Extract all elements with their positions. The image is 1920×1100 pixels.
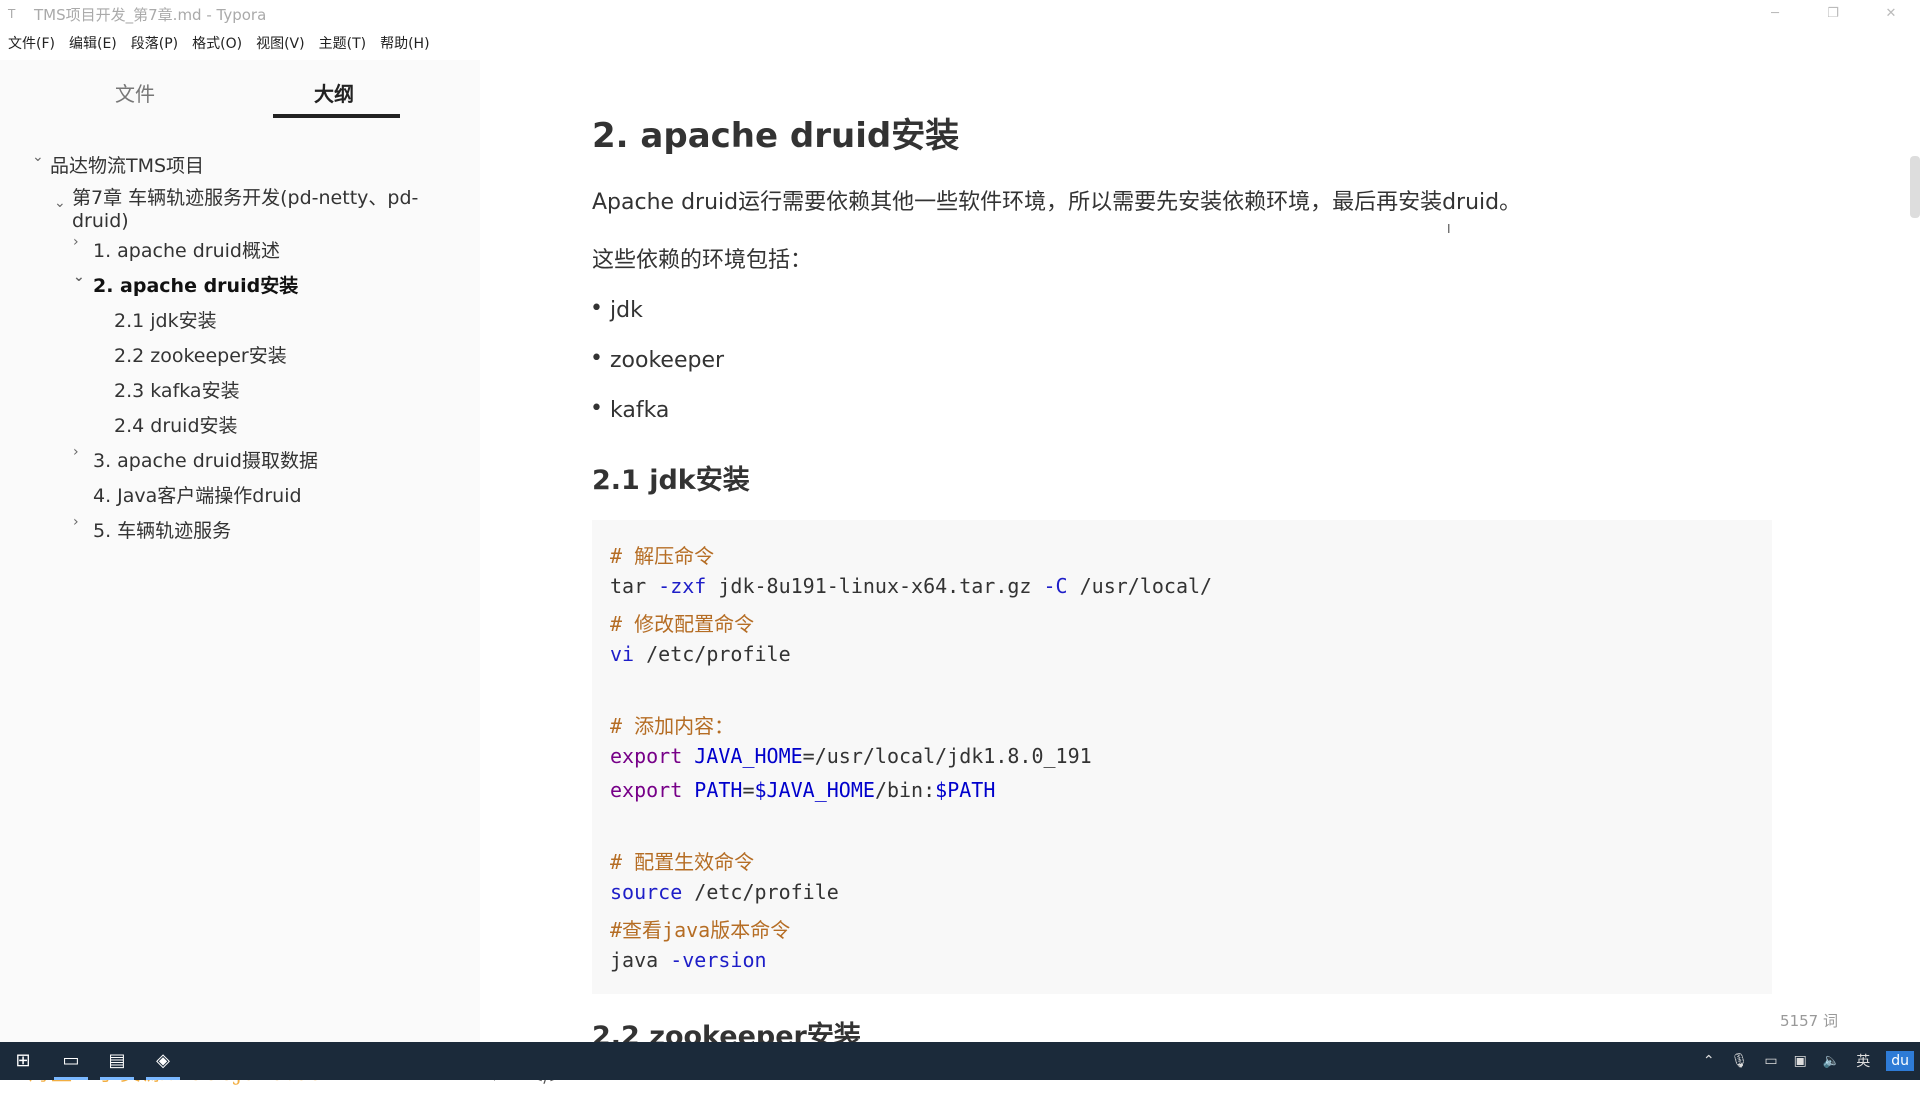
code-line: source /etc/profile xyxy=(610,880,839,904)
outline-item-project[interactable]: ⌄ 品达物流TMS项目 xyxy=(32,149,204,178)
code-line: export PATH=$JAVA_HOME/bin:$PATH xyxy=(610,778,996,802)
text-cursor-icon: I xyxy=(1447,222,1451,236)
chevron-right-icon[interactable]: › xyxy=(73,514,79,530)
code-line: # 解压命令 xyxy=(610,544,715,568)
heading-jdk-install: 2.1 jdk安装 xyxy=(592,465,750,496)
deps-intro-paragraph: 这些依赖的环境包括： xyxy=(592,248,813,273)
menu-bar: 文件(F) 编辑(E) 段落(P) 格式(O) 视图(V) 主题(T) 帮助(H… xyxy=(0,30,436,56)
taskbar: ⊞ ▭ ▤ ◈ ⌃ 🎙 ▭ ▣ 🔈 英 du xyxy=(0,1042,1920,1080)
volume-icon[interactable]: 🔈 xyxy=(1823,1053,1840,1069)
minimize-button[interactable]: ─ xyxy=(1746,0,1804,28)
intro-paragraph: Apache druid运行需要依赖其他一些软件环境，所以需要先安装依赖环境，最… xyxy=(592,190,1522,215)
chevron-down-icon[interactable]: ⌄ xyxy=(32,149,44,165)
code-line: tar -zxf jdk-8u191-linux-x64.tar.gz -C /… xyxy=(610,574,1213,598)
menu-file[interactable]: 文件(F) xyxy=(8,33,55,53)
chevron-right-icon[interactable]: › xyxy=(73,444,79,460)
sidebar-tabs: 文件 大纲 xyxy=(0,60,480,126)
code-line: # 修改配置命令 xyxy=(610,612,755,636)
network-icon[interactable]: ▣ xyxy=(1794,1053,1807,1069)
code-line: java -version xyxy=(610,948,767,972)
code-line: export JAVA_HOME=/usr/local/jdk1.8.0_191 xyxy=(610,744,1092,768)
chevron-right-icon[interactable]: › xyxy=(73,234,79,250)
title-bar: T TMS项目开发_第7章.md - Typora ─ ❐ ✕ xyxy=(0,0,1920,28)
sidebar: 文件 大纲 ⌄ 品达物流TMS项目 ⌄ 第7章 车辆轨迹服务开发(pd-nett… xyxy=(0,60,562,1086)
menu-view[interactable]: 视图(V) xyxy=(256,33,305,53)
tab-files[interactable]: 文件 xyxy=(115,78,155,107)
code-line: # 添加内容： xyxy=(610,714,735,738)
list-item: kafka xyxy=(590,396,670,423)
heading-druid-install: 2. apache druid安装 xyxy=(592,116,960,156)
outline-item-zookeeper-install[interactable]: 2.2 zookeeper安装 xyxy=(114,341,287,368)
outline-item-java-client[interactable]: 4. Java客户端操作druid xyxy=(93,481,302,508)
tab-outline[interactable]: 大纲 xyxy=(314,78,354,107)
maximize-button[interactable]: ❐ xyxy=(1804,0,1862,28)
heading-zookeeper-install: 2.2 zookeeper安装 xyxy=(592,1021,861,1042)
outline-item-kafka-install[interactable]: 2.3 kafka安装 xyxy=(114,376,240,403)
outline-item-druid-ingest[interactable]: › 3. apache druid摄取数据 xyxy=(73,444,318,473)
word-count[interactable]: 5157 词 xyxy=(1780,1010,1838,1031)
scrollbar-thumb[interactable] xyxy=(1910,156,1920,218)
list-item: jdk xyxy=(590,296,643,323)
typora-icon[interactable]: ▤ xyxy=(94,1042,140,1080)
windows-start-icon[interactable]: ⊞ xyxy=(0,1042,46,1080)
code-line: vi /etc/profile xyxy=(610,642,791,666)
close-button[interactable]: ✕ xyxy=(1862,0,1920,28)
window-title: TMS项目开发_第7章.md - Typora xyxy=(34,5,267,24)
menu-format[interactable]: 格式(O) xyxy=(192,33,242,53)
editor-content[interactable]: 2. apache druid安装 Apache druid运行需要依赖其他一些… xyxy=(480,56,1920,1042)
file-explorer-icon[interactable]: ▭ xyxy=(48,1042,94,1080)
chevron-down-icon[interactable]: ⌄ xyxy=(73,269,85,285)
menu-theme[interactable]: 主题(T) xyxy=(319,33,366,53)
chevron-up-icon[interactable]: ⌃ xyxy=(1703,1053,1715,1069)
app-icon[interactable]: ◈ xyxy=(140,1042,186,1080)
outline-item-druid-install-sub[interactable]: 2.4 druid安装 xyxy=(114,411,238,438)
battery-icon[interactable]: ▭ xyxy=(1764,1053,1777,1069)
input-language[interactable]: 英 xyxy=(1856,1051,1870,1071)
outline-item-chapter7[interactable]: ⌄ 第7章 车辆轨迹服务开发(pd-netty、pd- druid) xyxy=(54,183,418,232)
typora-app-icon: T xyxy=(8,7,16,21)
menu-paragraph[interactable]: 段落(P) xyxy=(131,33,178,53)
code-block[interactable]: # 解压命令 tar -zxf jdk-8u191-linux-x64.tar.… xyxy=(592,520,1772,994)
outline-item-vehicle-track[interactable]: › 5. 车辆轨迹服务 xyxy=(73,514,231,543)
outline-item-jdk-install[interactable]: 2.1 jdk安装 xyxy=(114,306,217,333)
notification-badge[interactable]: du xyxy=(1886,1051,1914,1071)
code-line: # 配置生效命令 xyxy=(610,850,755,874)
chevron-down-icon[interactable]: ⌄ xyxy=(54,195,66,211)
outline-item-druid-install[interactable]: ⌄ 2. apache druid安装 xyxy=(73,269,298,298)
list-item: zookeeper xyxy=(590,346,724,373)
window-controls: ─ ❐ ✕ xyxy=(1746,0,1920,28)
menu-edit[interactable]: 编辑(E) xyxy=(69,33,117,53)
microphone-icon[interactable]: 🎙 xyxy=(1731,1053,1749,1069)
outline-item-druid-overview[interactable]: › 1. apache druid概述 xyxy=(73,234,280,263)
active-tab-indicator xyxy=(273,114,400,118)
menu-help[interactable]: 帮助(H) xyxy=(380,33,429,53)
system-tray: ⌃ 🎙 ▭ ▣ 🔈 英 du xyxy=(1695,1042,1920,1080)
code-line: #查看java版本命令 xyxy=(610,918,791,942)
